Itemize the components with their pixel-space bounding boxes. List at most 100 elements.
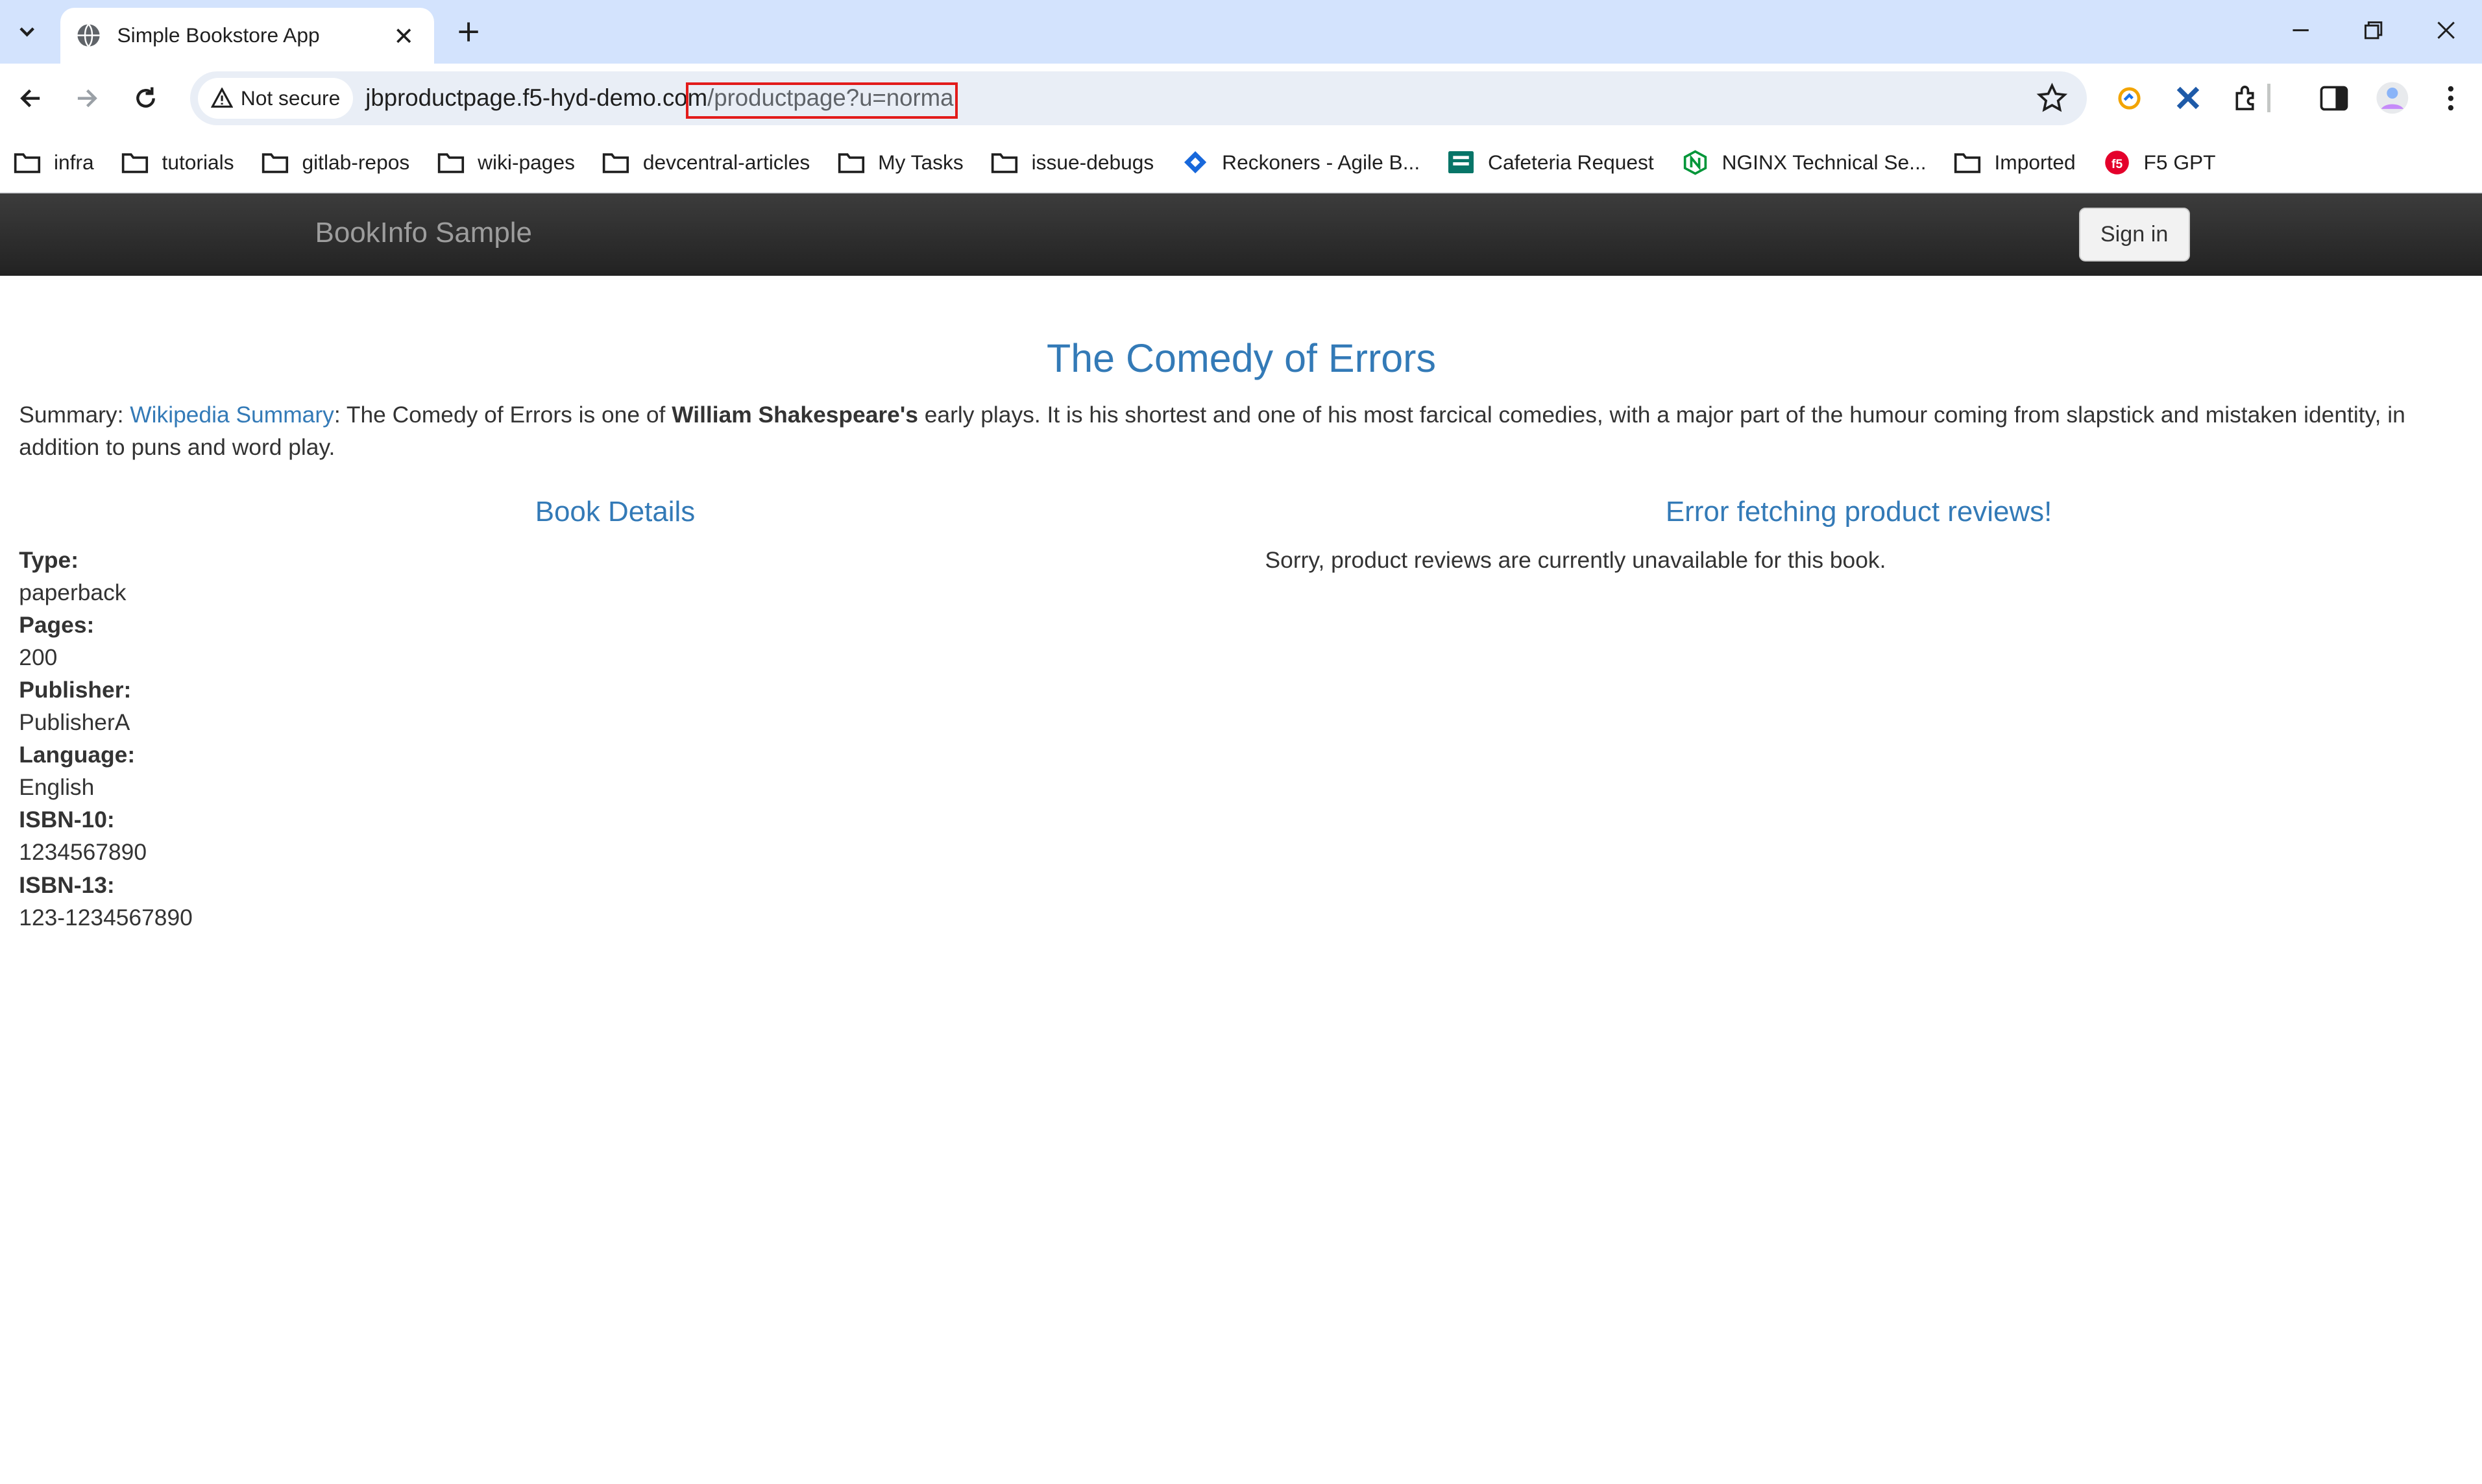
reload-icon [136,87,155,108]
forms-icon [1447,150,1476,175]
detail-value: paperback [19,580,127,606]
address-bar[interactable]: Not secure jbproductpage.f5-hyd-demo.com… [189,71,2087,125]
folder-icon [990,150,1019,175]
detail-label: Pages: [19,613,95,639]
reviews-error-heading: Error fetching product reviews! [1665,495,2052,528]
profile-avatar[interactable] [2370,76,2415,120]
close-icon [2437,21,2455,39]
book-title: The Comedy of Errors [1046,336,1436,381]
bookmark-item[interactable]: Reckoners - Agile B... [1181,150,1420,175]
bookmark-item[interactable]: NGINX Technical Se... [1681,150,1927,175]
browser-toolbar: Not secure jbproductpage.f5-hyd-demo.com… [0,63,2482,133]
browser-tab[interactable]: Simple Bookstore App [60,8,434,64]
book-details-list: Type: paperback Pages: 200 Publisher: Publish… [19,544,193,934]
detail-label: Type: [19,548,79,574]
bookmark-label: gitlab-repos [302,150,410,174]
summary-author: William Shakespeare's [672,402,918,428]
security-label: Not secure [240,86,341,110]
tab-strip: Simple Bookstore App [0,0,2482,64]
extension-edge-icon[interactable] [2108,76,2152,120]
new-tab-button[interactable] [450,13,488,51]
restore-button[interactable] [2337,0,2409,60]
bookmark-item[interactable]: tutorials [121,150,234,175]
bookmark-label: Imported [1994,150,2076,174]
jira-icon [1181,150,1210,175]
folder-icon [261,150,289,175]
bookmark-item[interactable]: wiki-pages [437,150,575,175]
detail-value: 200 [19,645,58,671]
bookmark-label: NGINX Technical Se... [1722,150,1927,174]
extension-tools-icon[interactable] [2166,76,2210,120]
folder-icon [121,150,149,175]
brand-link[interactable]: BookInfo Sample [315,217,532,249]
nginx-icon [1681,150,1709,175]
side-panel-icon[interactable] [2311,76,2355,120]
extensions-puzzle-icon[interactable] [2224,76,2269,120]
tab-title: Simple Bookstore App [117,23,320,47]
bookmark-label: Reckoners - Agile B... [1222,150,1420,174]
url-text[interactable]: jbproductpage.f5-hyd-demo.com/productpag… [365,84,958,112]
wikipedia-summary-link[interactable]: Wikipedia Summary [130,402,334,428]
bookmark-label: wiki-pages [478,150,575,174]
tab-search-button[interactable] [6,11,47,52]
bookmark-item[interactable]: My Tasks [837,150,964,175]
bookmarks-bar: infra tutorials gitlab-repos wiki-pages devc… [0,132,2482,193]
plus-icon [459,22,478,42]
bookmark-item[interactable]: infra [13,150,94,175]
detail-label: ISBN-13: [19,872,115,898]
bookmark-item[interactable]: devcentral-articles [602,150,810,175]
reviews-error-message: Sorry, product reviews are currently una… [1265,548,1886,574]
folder-icon [1953,150,1982,175]
bookmark-star-icon[interactable] [2036,82,2068,114]
forward-button[interactable] [65,76,109,120]
detail-label: Language: [19,742,136,768]
sign-in-button[interactable]: Sign in [2078,207,2190,262]
detail-value: PublisherA [19,710,130,736]
url-path: /productpage?u=normal [707,84,959,112]
close-window-button[interactable] [2410,0,2482,60]
bookmark-label: Cafeteria Request [1488,150,1654,174]
chevron-down-icon [19,27,34,37]
detail-value: 123-1234567890 [19,905,193,931]
page-navbar: BookInfo Sample Sign in [0,193,2482,276]
url-host: jbproductpage.f5-hyd-demo.com [365,84,708,112]
arrow-right-icon [77,89,97,108]
folder-icon [837,150,866,175]
menu-kebab-icon[interactable] [2429,76,2473,120]
detail-value: English [19,775,95,801]
bookmark-label: infra [53,150,94,174]
folder-icon [13,150,42,175]
bookmark-item[interactable]: Imported [1953,150,2076,175]
security-chip[interactable]: Not secure [197,77,353,119]
toolbar-divider [2267,84,2270,113]
bookmark-label: My Tasks [878,150,964,174]
bookmark-label: issue-debugs [1031,150,1154,174]
folder-icon [437,150,465,175]
detail-label: Publisher: [19,677,132,703]
minimize-button[interactable] [2264,0,2337,60]
f5-icon: f5 [2102,150,2131,175]
arrow-left-icon [20,89,40,108]
bookmark-item[interactable]: Cafeteria Request [1447,150,1654,175]
bookmark-item[interactable]: gitlab-repos [261,150,409,175]
folder-icon [602,150,630,175]
restore-icon [2364,21,2383,40]
book-details-heading: Book Details [535,495,696,528]
bookmark-label: devcentral-articles [642,150,810,174]
summary-mid: : The Comedy of Errors is one of [334,402,672,428]
tab-close-icon[interactable] [389,21,418,50]
back-button[interactable] [8,76,52,120]
reload-button[interactable] [123,76,167,120]
minimize-icon [2293,29,2309,31]
bookmark-label: tutorials [162,150,234,174]
bookmark-item[interactable]: issue-debugs [990,150,1154,175]
detail-label: ISBN-10: [19,807,115,833]
bookmark-label: F5 GPT [2143,150,2216,174]
globe-icon [76,23,101,48]
bookmark-item[interactable]: f5 F5 GPT [2102,150,2216,175]
svg-text:f5: f5 [2111,157,2122,171]
detail-value: 1234567890 [19,840,147,866]
summary-prefix: Summary: [19,402,130,428]
warning-icon [210,88,233,108]
book-summary: Summary: Wikipedia Summary: The Comedy o… [19,399,2441,464]
